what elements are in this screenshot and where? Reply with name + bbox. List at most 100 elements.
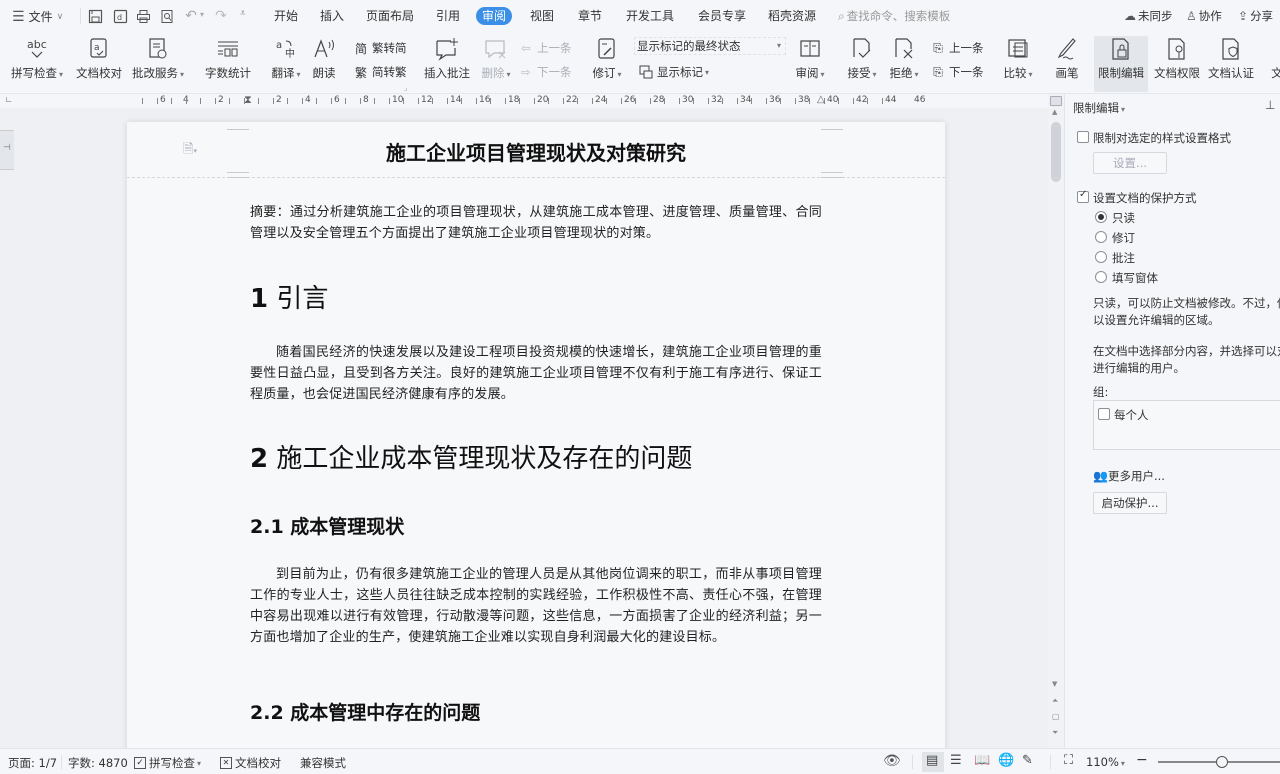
svg-text:中: 中	[285, 47, 295, 60]
undo-icon[interactable]: ↶	[182, 7, 200, 25]
tab-8[interactable]: 会员专享	[692, 7, 752, 25]
search-input[interactable]: 查找命令、搜索模板	[847, 8, 951, 24]
doc-proof-button[interactable]: a 文档校对	[74, 36, 124, 81]
left-nav-toggle[interactable]: ⊣	[0, 130, 14, 170]
prev-change-button[interactable]: ⎘ 上一条	[930, 40, 983, 56]
command-search[interactable]: ⌕ 查找命令、搜索模板	[838, 8, 950, 24]
more-users-label: 更多用户...	[1107, 469, 1165, 483]
spell-check-button[interactable]: abc 拼写检查 ▾	[10, 36, 64, 81]
reading-view-icon[interactable]: 📖	[974, 753, 990, 768]
scroll-down-icon[interactable]: ▼	[1052, 680, 1057, 688]
outline-view-icon[interactable]: ☰	[950, 753, 962, 768]
select-browse-object-icon[interactable]: ▢	[1052, 712, 1060, 721]
document-area: ⊣ 🗎▾ 施工企业项目管理现状及对策研究 摘要：通过分析建筑施工企业的项目管理现…	[0, 108, 1048, 748]
right-indent-marker-icon[interactable]: △	[817, 94, 825, 105]
protection-option-radio[interactable]	[1095, 231, 1107, 243]
scroll-up-icon[interactable]: ▲	[1052, 108, 1057, 116]
document-page[interactable]: 🗎▾ 施工企业项目管理现状及对策研究 摘要：通过分析建筑施工企业的项目管理现状，…	[127, 122, 945, 748]
tab-3[interactable]: 引用	[430, 7, 466, 25]
tab-stop-icon[interactable]: ∟	[5, 96, 13, 106]
review-pane-button[interactable]: 审阅 ▾	[792, 36, 828, 81]
tab-4[interactable]: 审阅	[476, 7, 513, 25]
protection-option-radio[interactable]	[1095, 211, 1107, 223]
insert-comment-button[interactable]: 插入批注	[422, 36, 472, 81]
dropdown-arrow-icon: ▾	[776, 41, 781, 50]
settings-button[interactable]: 设置...	[1093, 152, 1167, 174]
dialog-launcher-icon[interactable]: ⌟	[404, 84, 407, 92]
everyone-checkbox[interactable]	[1098, 408, 1110, 420]
ruler-tick-label: 6	[334, 95, 340, 105]
tab-9[interactable]: 稻壳资源	[762, 7, 822, 25]
word-count-button[interactable]: 字数统计	[202, 36, 254, 81]
more-users-link[interactable]: 👥 更多用户...	[1093, 468, 1165, 484]
doc-certify-button[interactable]: 文档认证	[1206, 36, 1256, 81]
zoom-slider-thumb[interactable]	[1215, 756, 1228, 768]
prev-comment-button[interactable]: ⇦ 上一条	[518, 40, 571, 56]
vertical-scrollbar[interactable]: ▲ ▼ ⏶ ▢ ⏷	[1048, 94, 1064, 748]
pin-icon[interactable]: ⊥	[1265, 98, 1275, 112]
markup-state-select[interactable]: 显示标记的最终状态 ▾	[634, 37, 786, 55]
heading-number: 2	[250, 444, 269, 474]
doc-certify-label: 文档认证	[1208, 66, 1254, 80]
save-as-icon[interactable]: d	[111, 7, 129, 25]
word-count-indicator[interactable]: 字数: 4870	[68, 755, 128, 771]
print-preview-icon[interactable]	[158, 7, 176, 25]
tab-2[interactable]: 页面布局	[360, 7, 420, 25]
doc-permission-button[interactable]: 文档权限	[1152, 36, 1202, 81]
reject-button[interactable]: 拒绝 ▾	[886, 36, 922, 81]
protection-option-radio[interactable]	[1095, 271, 1107, 283]
simp-to-trad-button[interactable]: 繁 简转繁	[353, 64, 407, 80]
ink-button[interactable]: 画笔	[1050, 36, 1084, 81]
group-list[interactable]: 每个人	[1093, 400, 1280, 450]
read-aloud-button[interactable]: 朗读	[308, 36, 340, 81]
protect-checkbox[interactable]: ✓	[1077, 189, 1089, 203]
status-spell-check[interactable]: ✓ 拼写检查 ▾	[134, 755, 201, 771]
eye-protection-icon[interactable]: 👁	[883, 753, 901, 769]
pane-title[interactable]: 限制编辑 ▾	[1073, 100, 1125, 116]
collab-button[interactable]: ♙ 协作	[1186, 8, 1222, 24]
save-icon[interactable]	[86, 7, 104, 25]
file-menu[interactable]: ☰ 文件 ∨	[12, 8, 63, 25]
write-view-icon[interactable]: ✎	[1022, 753, 1033, 768]
start-protect-button[interactable]: 启动保护...	[1093, 492, 1167, 514]
tab-1[interactable]: 插入	[314, 7, 350, 25]
undo-dropdown-icon[interactable]: ▾	[200, 10, 204, 19]
web-view-icon[interactable]: 🌐	[998, 753, 1014, 768]
protection-option-radio[interactable]	[1095, 251, 1107, 263]
delete-comment-button[interactable]: 删除 ▾	[478, 36, 514, 81]
scroll-thumb[interactable]	[1051, 122, 1061, 182]
translate-button[interactable]: a中 翻译 ▾	[266, 36, 306, 81]
print-icon[interactable]	[134, 7, 152, 25]
status-doc-proof[interactable]: ✕ 文档校对	[220, 755, 281, 771]
zoom-select[interactable]: 110% ▾	[1086, 755, 1125, 769]
page-indicator[interactable]: 页面: 1/7	[8, 755, 57, 771]
tab-7[interactable]: 开发工具	[620, 7, 680, 25]
zoom-out-icon[interactable]: −	[1136, 752, 1148, 768]
next-page-icon[interactable]: ⏷	[1052, 728, 1058, 738]
indent-marker-icon[interactable]: ⧗	[244, 94, 252, 106]
compare-button[interactable]: 比较 ▾	[1000, 36, 1036, 81]
tab-6[interactable]: 章节	[572, 7, 608, 25]
horizontal-ruler[interactable]: ∟ 64224681012141618202224262830323436384…	[0, 94, 1048, 108]
trad-to-simp-button[interactable]: 简 繁转简	[353, 40, 407, 56]
page-view-icon[interactable]: ▤	[926, 753, 938, 768]
restrict-editing-button[interactable]: 限制编辑	[1096, 36, 1146, 81]
doc-more-button[interactable]: 文	[1262, 36, 1280, 81]
zoom-slider-track[interactable]	[1158, 756, 1280, 768]
accept-button[interactable]: 接受 ▾	[844, 36, 880, 81]
split-icon[interactable]	[1050, 96, 1062, 106]
prev-page-icon[interactable]: ⏶	[1052, 696, 1058, 706]
next-comment-button[interactable]: ⇨ 下一条	[518, 64, 571, 80]
next-change-button[interactable]: ⎘ 下一条	[930, 64, 983, 80]
track-changes-button[interactable]: 修订 ▾	[590, 36, 624, 81]
show-markup-button[interactable]: 显示标记 ▾	[638, 64, 709, 80]
sync-button[interactable]: ☁ 未同步	[1124, 8, 1173, 24]
fit-page-icon[interactable]: ⛶	[1064, 753, 1073, 768]
correction-service-button[interactable]: 批改服务 ▾	[130, 36, 186, 81]
tab-5[interactable]: 视图	[524, 7, 560, 25]
tab-0[interactable]: 开始	[268, 7, 304, 25]
restrict-format-checkbox[interactable]	[1077, 131, 1089, 143]
share-button[interactable]: ⇪ 分享	[1238, 8, 1273, 24]
redo-icon[interactable]: ↷	[212, 7, 230, 25]
customize-quick-access-icon[interactable]: ⩡	[240, 8, 246, 19]
